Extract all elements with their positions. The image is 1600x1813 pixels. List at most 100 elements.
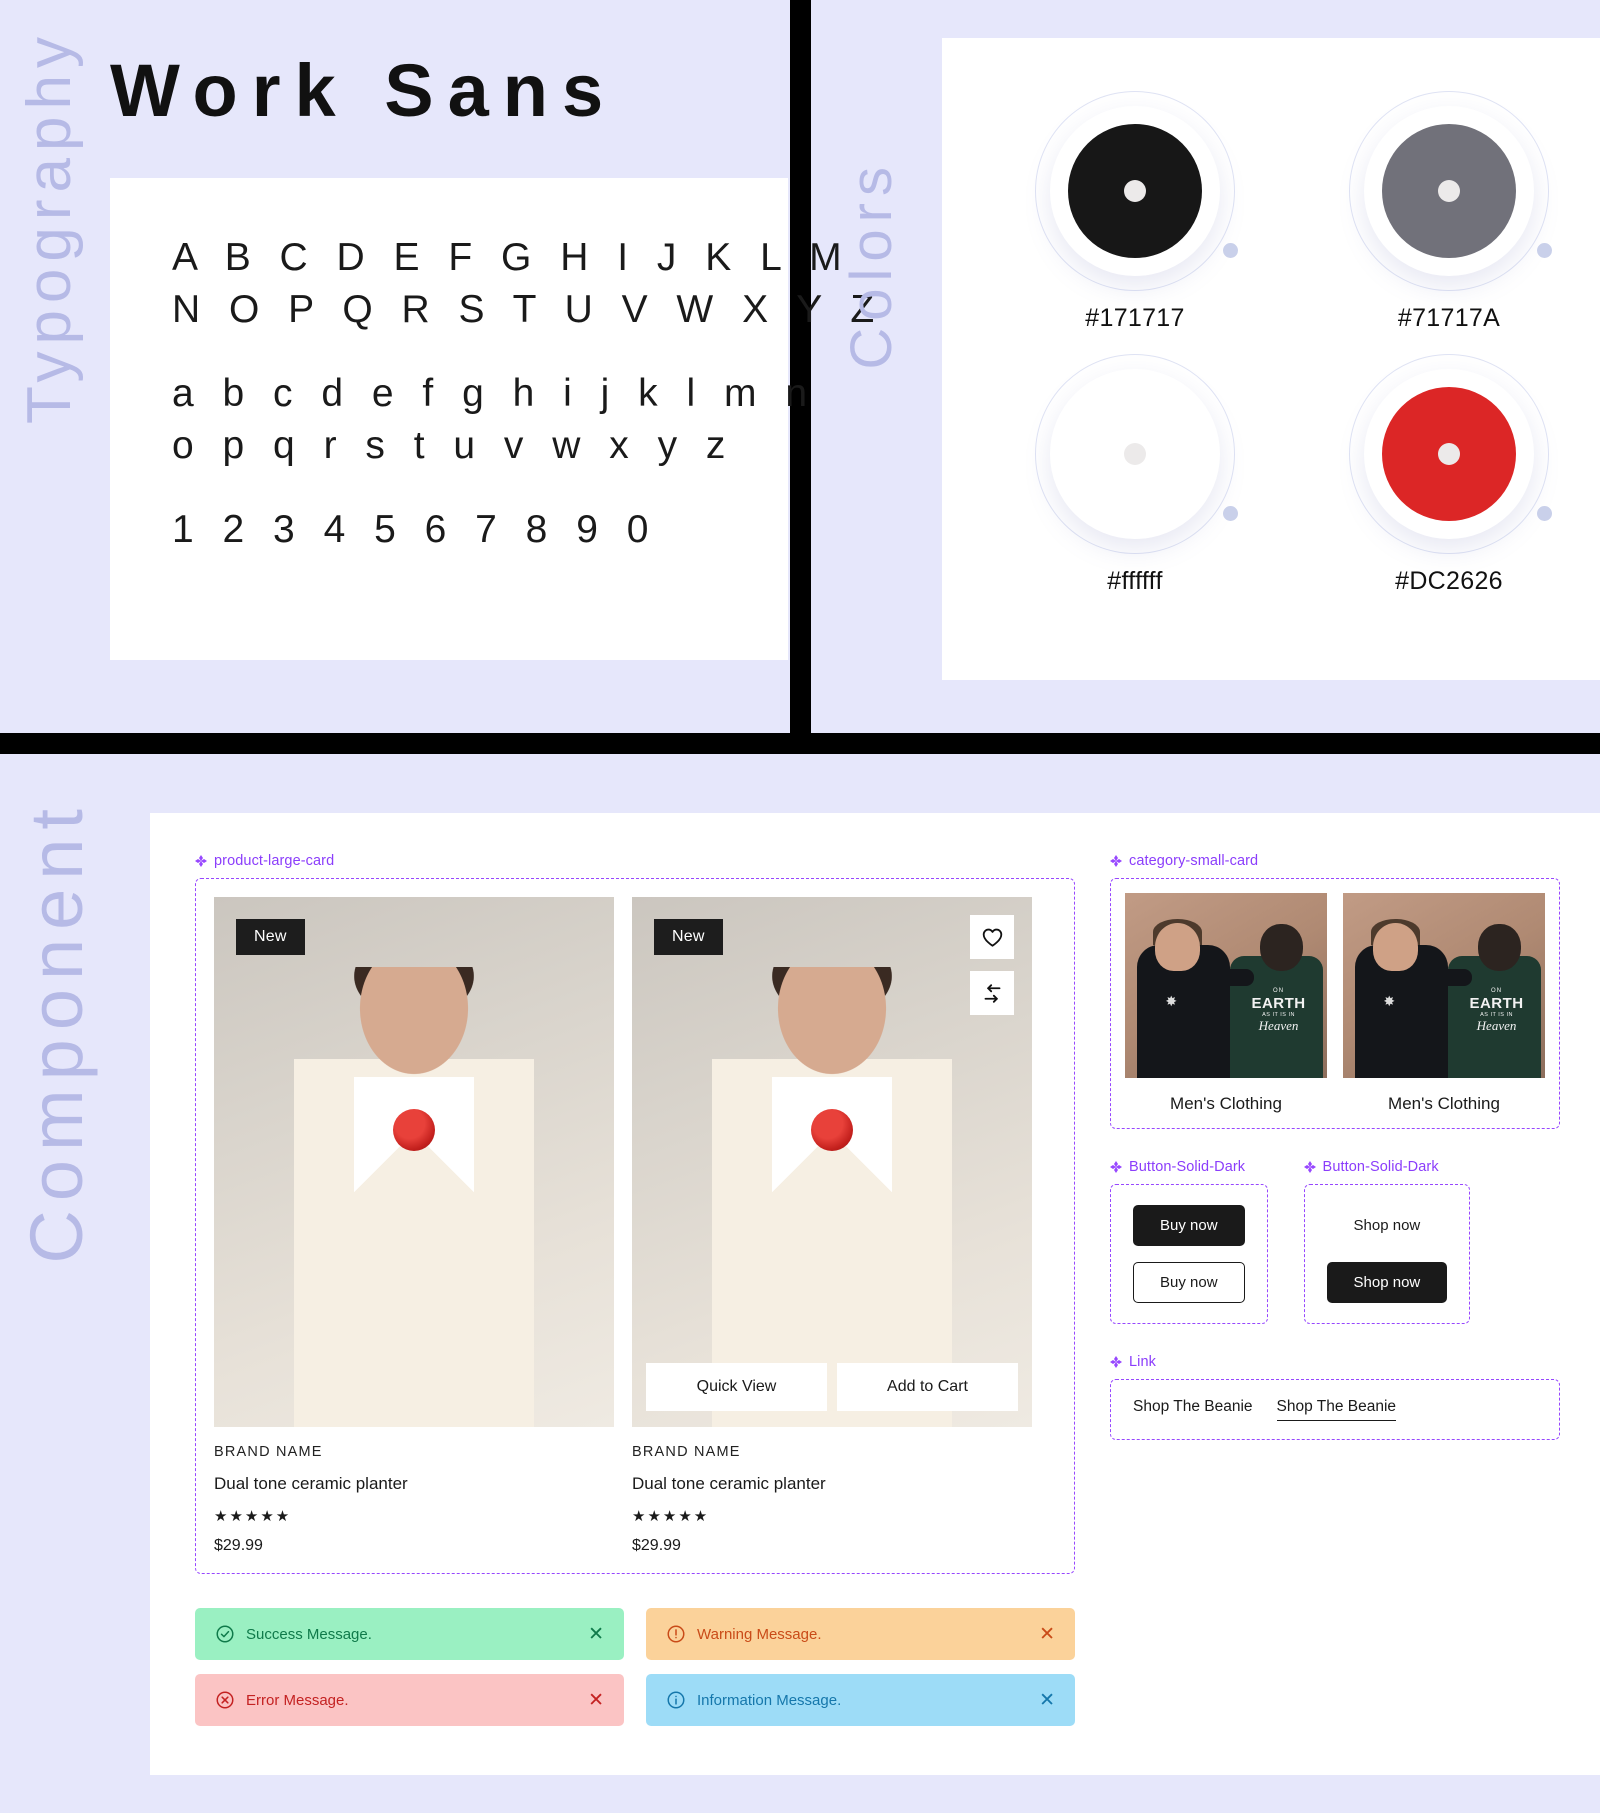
product-image: New — [632, 897, 1032, 1427]
color-swatch-label: #71717A — [1397, 304, 1501, 332]
product-card[interactable]: New BRAND NAME Dual tone ceramic planter… — [214, 897, 614, 1555]
product-brand: BRAND NAME — [214, 1444, 323, 1460]
tee-line-4: Heaven — [1258, 1017, 1299, 1033]
product-brand: BRAND NAME — [632, 1444, 741, 1460]
component-right-rail: category-small-card ✸ ON EARTH AS IT IS IN H… — [1110, 853, 1560, 1470]
section-label-typography: Typography — [15, 30, 84, 424]
model-figure — [712, 967, 952, 1427]
category-image: ✸ ON EARTH AS IT IS IN Heaven — [1125, 893, 1327, 1078]
product-meta: BRAND NAME Dual tone ceramic planter ★★★… — [632, 1427, 1032, 1555]
component-panel: product-large-card New BRAND NAME Dual t… — [150, 813, 1600, 1775]
tee-graphic-text: ON EARTH AS IT IS IN Heaven — [1246, 988, 1311, 1033]
model-right-head — [1260, 924, 1303, 971]
color-swatch-label: #ffffff — [1107, 567, 1163, 595]
new-badge: New — [654, 919, 723, 955]
compare-button[interactable] — [970, 971, 1014, 1015]
shop-now-plain-button[interactable]: Shop now — [1327, 1205, 1448, 1246]
figma-component-diamond-icon — [195, 855, 207, 867]
horizontal-divider-rule — [0, 733, 1600, 754]
alert-close-icon[interactable]: ✕ — [588, 1691, 604, 1710]
product-large-card-group: product-large-card New BRAND NAME Dual t… — [195, 853, 1075, 1574]
lowercase-line-1: a b c d e f g h i j k l m n — [172, 372, 817, 415]
figma-component-diamond-icon — [1110, 855, 1122, 867]
tee-line-4: Heaven — [1476, 1017, 1517, 1033]
heart-icon — [982, 928, 1002, 947]
color-swatch-handle[interactable] — [1537, 243, 1552, 258]
model-left-head — [1373, 922, 1418, 971]
tee-line-1: ON — [1491, 988, 1503, 995]
alert-close-icon[interactable]: ✕ — [1039, 1625, 1055, 1644]
alert-message-text: Error Message. — [246, 1691, 349, 1709]
figma-component-diamond-icon — [1110, 1161, 1122, 1173]
product-price: $29.99 — [632, 1537, 681, 1554]
category-image: ✸ ON EARTH AS IT IS IN Heaven — [1343, 893, 1545, 1078]
color-swatch-handle[interactable] — [1537, 506, 1552, 521]
category-cards-container: ✸ ON EARTH AS IT IS IN Heaven Men's Clothing ✸… — [1110, 878, 1560, 1129]
tee-line-2: EARTH — [1251, 995, 1306, 1013]
color-swatch-handle[interactable] — [1223, 506, 1238, 521]
category-label: Men's Clothing — [1388, 1094, 1500, 1113]
vertical-divider-rule — [790, 0, 811, 733]
product-overlay-actions: Quick View Add to Cart — [646, 1363, 1018, 1411]
component-tag-label: Button-Solid-Dark — [1322, 1159, 1439, 1175]
figma-component-diamond-icon — [1110, 1356, 1122, 1368]
button-groups: Button-Solid-Dark Buy now Buy now Button… — [1110, 1159, 1560, 1324]
model-left-head — [1155, 922, 1200, 971]
alert-warning: Warning Message. ✕ — [646, 1608, 1075, 1660]
color-swatch-fill — [1068, 387, 1202, 521]
wishlist-button[interactable] — [970, 915, 1014, 959]
tee-graphic-text: ON EARTH AS IT IS IN Heaven — [1464, 988, 1529, 1033]
buy-now-button-box: Buy now Buy now — [1110, 1184, 1268, 1324]
product-rating-stars: ★★★★★ — [214, 1508, 292, 1525]
alert-close-icon[interactable]: ✕ — [1039, 1691, 1055, 1710]
button-group-primary: Button-Solid-Dark Buy now Buy now — [1110, 1159, 1268, 1324]
color-swatch-fill — [1068, 124, 1202, 258]
color-swatch-center-dot — [1124, 443, 1146, 465]
alert-message-text: Information Message. — [697, 1691, 842, 1709]
component-tag-label: product-large-card — [214, 853, 335, 869]
category-small-card-group: category-small-card ✸ ON EARTH AS IT IS IN H… — [1110, 853, 1560, 1129]
alert-close-icon[interactable]: ✕ — [588, 1625, 604, 1644]
color-swatch[interactable]: #71717A — [1292, 106, 1600, 333]
buy-now-outline-button[interactable]: Buy now — [1133, 1262, 1245, 1303]
rose-accent — [811, 1109, 853, 1151]
category-card[interactable]: ✸ ON EARTH AS IT IS IN Heaven Men's Clothing — [1343, 893, 1545, 1114]
color-swatch[interactable]: #171717 — [978, 106, 1292, 333]
color-swatch-knob — [1050, 106, 1238, 276]
tee-line-2: EARTH — [1469, 995, 1524, 1013]
buy-now-solid-button[interactable]: Buy now — [1133, 1205, 1245, 1246]
quick-view-button[interactable]: Quick View — [646, 1363, 827, 1411]
component-tag-label: category-small-card — [1129, 853, 1259, 869]
color-swatch[interactable]: #DC2626 — [1292, 369, 1600, 596]
category-card[interactable]: ✸ ON EARTH AS IT IS IN Heaven Men's Clothing — [1125, 893, 1327, 1114]
color-swatch-label: #171717 — [1085, 304, 1185, 332]
compare-arrows-icon — [984, 983, 1000, 1003]
uppercase-line-2: N O P Q R S T U V W X Y Z — [172, 288, 884, 331]
link-group: Link Shop The Beanie Shop The Beanie — [1110, 1354, 1560, 1440]
product-price: $29.99 — [214, 1537, 263, 1554]
product-card-hover[interactable]: New Quick View Add to Cart BRAND NAME Du… — [632, 897, 1032, 1555]
link-shop-the-beanie-underlined[interactable]: Shop The Beanie — [1276, 1398, 1397, 1421]
alert-success: Success Message. ✕ — [195, 1608, 624, 1660]
color-swatch-handle[interactable] — [1223, 243, 1238, 258]
colors-card: #171717 #71717A #ffffff #DC2626 — [942, 38, 1600, 680]
shop-now-solid-button[interactable]: Shop now — [1326, 1262, 1448, 1303]
component-tag-product-large-card: product-large-card — [195, 853, 1075, 869]
color-swatch[interactable]: #ffffff — [978, 369, 1292, 596]
color-swatch-knob — [1364, 106, 1552, 276]
color-swatch-center-dot — [1124, 180, 1146, 202]
rose-accent — [393, 1109, 435, 1151]
figma-component-diamond-icon — [1303, 1161, 1316, 1173]
alert-error: Error Message. ✕ — [195, 1674, 624, 1726]
tee-line-1: ON — [1273, 988, 1285, 995]
add-to-cart-button[interactable]: Add to Cart — [837, 1363, 1018, 1411]
component-tag-category-small-card: category-small-card — [1110, 853, 1560, 869]
color-swatch-center-dot — [1438, 180, 1460, 202]
numeral-glyph-block: 1 2 3 4 5 6 7 8 9 0 — [172, 504, 788, 556]
color-swatch-center-dot — [1438, 443, 1460, 465]
product-icon-stack — [970, 915, 1014, 1015]
link-shop-the-beanie[interactable]: Shop The Beanie — [1133, 1398, 1253, 1421]
uppercase-glyph-block: A B C D E F G H I J K L M N O P Q R S T … — [172, 232, 884, 336]
info-circle-icon — [667, 1691, 685, 1709]
product-rating-stars: ★★★★★ — [632, 1508, 710, 1525]
